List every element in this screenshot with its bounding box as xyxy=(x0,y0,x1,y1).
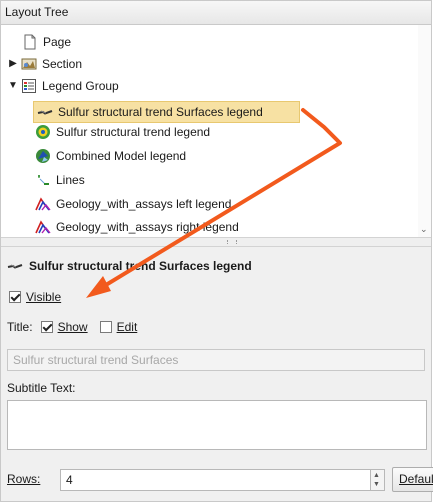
layout-tree-header: Layout Tree xyxy=(1,1,431,25)
visible-label: Visible xyxy=(26,290,62,304)
expand-arrow-icon[interactable]: ▶ xyxy=(8,53,18,75)
properties-header: Sulfur structural trend Surfaces legend xyxy=(7,259,252,273)
rows-label: Rows: xyxy=(7,472,40,486)
model-legend-icon xyxy=(36,149,50,163)
default-button[interactable]: Default xyxy=(392,467,433,492)
rows-input[interactable]: 4 xyxy=(60,469,371,491)
properties-panel: Sulfur structural trend Surfaces legend … xyxy=(1,247,433,501)
spin-down-icon[interactable]: ▼ xyxy=(373,481,380,489)
tree-item-label: Section xyxy=(42,57,83,71)
splitter-grip-icon[interactable] xyxy=(227,240,237,244)
tree-item-label: Combined Model legend xyxy=(56,149,187,163)
scroll-down-icon[interactable]: ⌄ xyxy=(420,224,428,235)
tree-item-geology-right-legend[interactable]: Geology_with_assays right legend xyxy=(35,216,239,238)
tree-item-label: Lines xyxy=(56,173,85,187)
tree-item-label: Legend Group xyxy=(42,79,119,93)
title-text-field: Sulfur structural trend Surfaces xyxy=(7,349,425,371)
edit-checkbox[interactable] xyxy=(99,321,112,333)
tree-item-surfaces-legend[interactable]: Sulfur structural trend Surfaces legend xyxy=(33,101,300,123)
visible-checkbox[interactable]: Visible xyxy=(9,290,61,304)
tree-item-label: Sulfur structural trend legend xyxy=(56,125,211,139)
legend-group-icon xyxy=(22,79,36,93)
collapse-arrow-icon[interactable]: ▼ xyxy=(8,75,18,97)
tree-item-model-legend[interactable]: Combined Model legend xyxy=(35,145,186,167)
page-icon xyxy=(24,34,36,50)
visible-checkbox-box[interactable] xyxy=(9,291,21,303)
surfaces-legend-icon xyxy=(37,110,53,115)
tree-item-lines[interactable]: Lines xyxy=(35,169,85,191)
tree-item-geology-left-legend[interactable]: Geology_with_assays left legend xyxy=(35,193,231,215)
section-icon xyxy=(21,58,37,70)
tree-item-page[interactable]: Page xyxy=(22,31,71,53)
tree-item-label: Geology_with_assays left legend xyxy=(56,197,232,211)
properties-title: Sulfur structural trend Surfaces legend xyxy=(29,259,252,273)
panel-splitter[interactable] xyxy=(1,237,431,247)
geology-legend-icon xyxy=(35,220,51,234)
tree-item-label: Sulfur structural trend Surfaces legend xyxy=(58,105,263,119)
default-button-label: Default xyxy=(399,472,433,486)
title-label: Title: xyxy=(7,320,33,334)
subtitle-label-text: Subtitle Text: xyxy=(7,381,76,395)
subtitle-text-area[interactable] xyxy=(7,400,427,450)
layout-tree: Page ▶ Section ▼ Legend Group Sulfur str… xyxy=(1,25,431,237)
title-options-row: Title: Show Edit xyxy=(7,320,137,334)
tree-scrollbar[interactable]: ⌄ xyxy=(418,25,431,237)
spin-up-icon[interactable]: ▲ xyxy=(373,472,380,480)
tree-item-trend-legend[interactable]: Sulfur structural trend legend xyxy=(35,121,210,143)
lines-icon xyxy=(38,175,49,185)
geology-legend-icon xyxy=(35,197,51,211)
tree-item-legend-group[interactable]: ▼ Legend Group xyxy=(8,75,119,97)
tree-item-section[interactable]: ▶ Section xyxy=(8,53,82,75)
tree-item-label: Page xyxy=(43,35,72,49)
subtitle-label: Subtitle Text: xyxy=(7,381,75,395)
show-label: Show xyxy=(57,320,88,334)
rows-spinner[interactable]: ▲ ▼ xyxy=(371,469,385,491)
surfaces-legend-icon xyxy=(7,264,23,269)
rows-label-text: Rows: xyxy=(7,472,41,486)
tree-item-label: Geology_with_assays right legend xyxy=(56,220,239,234)
show-checkbox[interactable] xyxy=(40,321,53,333)
trend-legend-icon xyxy=(36,125,50,139)
edit-label: Edit xyxy=(116,320,138,334)
